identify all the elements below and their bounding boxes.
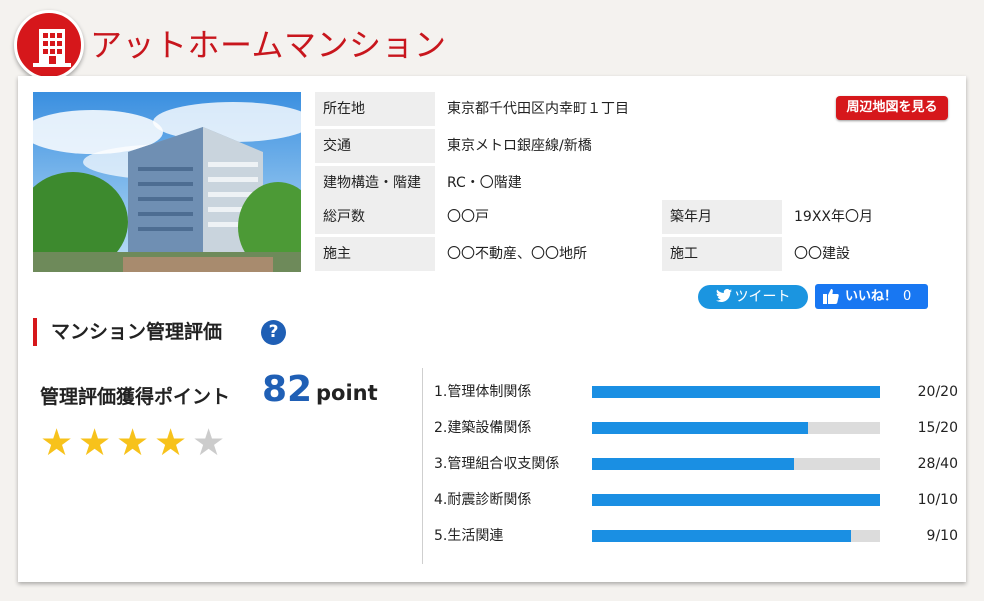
score-bar-track xyxy=(592,458,880,470)
value-total-units: 〇〇戸 xyxy=(447,209,489,225)
score-bar-track xyxy=(592,494,880,506)
nearby-map-button[interactable]: 周辺地図を見る xyxy=(836,96,948,120)
score-category-name: 3.管理組合収支関係 xyxy=(434,456,560,472)
building-icon xyxy=(33,29,71,67)
points-unit: point xyxy=(316,381,378,405)
value-transport: 東京メトロ銀座線/新橋 xyxy=(447,138,592,154)
value-built-date: 19XX年〇月 xyxy=(794,209,873,225)
score-bar-track xyxy=(592,530,880,542)
score-bar-fill xyxy=(592,422,808,434)
score-value: 9/10 xyxy=(926,528,958,544)
score-bar-track xyxy=(592,422,880,434)
star-filled-icon: ★ xyxy=(78,421,112,464)
score-bar-fill xyxy=(592,530,852,542)
star-filled-icon: ★ xyxy=(154,421,188,464)
label-owner: 施主 xyxy=(315,237,435,271)
label-address: 所在地 xyxy=(315,92,435,126)
label-structure: 建物構造・階建 xyxy=(315,166,435,200)
score-category-name: 1.管理体制関係 xyxy=(434,384,532,400)
points-value: 82 xyxy=(262,369,313,410)
value-builder: 〇〇建設 xyxy=(794,246,850,262)
like-button[interactable]: いいね！ 0 xyxy=(815,284,928,309)
label-total-units: 総戸数 xyxy=(315,200,435,234)
section-accent-bar xyxy=(33,318,37,346)
score-bar-fill xyxy=(592,386,880,398)
score-bar-track xyxy=(592,386,880,398)
value-structure: RC・〇階建 xyxy=(447,175,522,191)
tweet-label: ツイート xyxy=(734,289,791,305)
vertical-divider xyxy=(422,368,423,564)
points-label: 管理評価獲得ポイント xyxy=(40,386,231,408)
label-transport: 交通 xyxy=(315,129,435,163)
score-category-name: 4.耐震診断関係 xyxy=(434,492,532,508)
star-empty-icon: ★ xyxy=(192,421,226,464)
like-count: 0 xyxy=(903,289,912,304)
page-header: アットホームマンション xyxy=(0,0,984,80)
property-card: 周辺地図を見る 所在地 東京都千代田区内幸町１丁目 交通 東京メトロ銀座線/新橋… xyxy=(18,76,966,582)
label-built-date: 築年月 xyxy=(662,200,782,234)
logo xyxy=(14,10,84,80)
score-value: 28/40 xyxy=(917,456,958,472)
score-value: 10/10 xyxy=(917,492,958,508)
tweet-button[interactable]: ツイート xyxy=(698,285,808,309)
score-category-name: 2.建築設備関係 xyxy=(434,420,532,436)
star-filled-icon: ★ xyxy=(116,421,150,464)
thumbs-up-icon xyxy=(823,288,839,313)
twitter-bird-icon xyxy=(715,288,732,302)
page-title: アットホームマンション xyxy=(90,26,447,64)
score-bar-fill xyxy=(592,458,794,470)
help-icon[interactable]: ? xyxy=(261,320,286,345)
value-owner: 〇〇不動産、〇〇地所 xyxy=(447,246,587,262)
section-title: マンション管理評価 xyxy=(51,321,223,343)
score-category-name: 5.生活関連 xyxy=(434,528,504,544)
score-bar-fill xyxy=(592,494,880,506)
building-photo xyxy=(33,92,301,272)
value-address: 東京都千代田区内幸町１丁目 xyxy=(447,101,629,117)
like-label: いいね！ xyxy=(845,289,898,304)
score-value: 20/20 xyxy=(917,384,958,400)
label-builder: 施工 xyxy=(662,237,782,271)
score-value: 15/20 xyxy=(917,420,958,436)
star-filled-icon: ★ xyxy=(40,421,74,464)
